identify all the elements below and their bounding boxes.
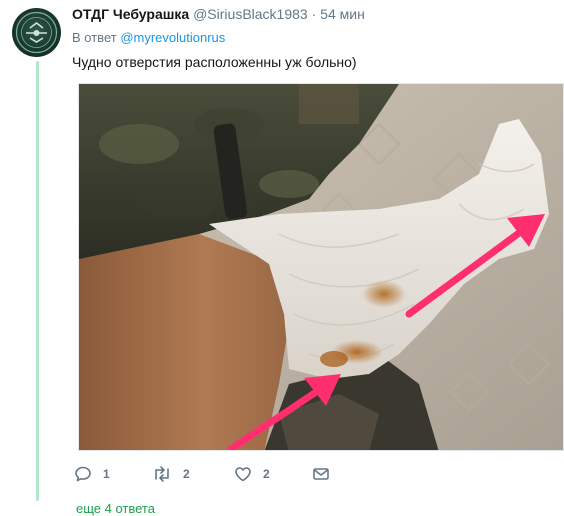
reply-context: В ответ @myrevolutionrus	[72, 30, 225, 45]
direct-message-button[interactable]	[312, 462, 330, 486]
tweet-time[interactable]: 54 мин	[320, 6, 365, 22]
author-handle[interactable]: @SiriusBlack1983	[193, 6, 308, 22]
speech-bubble-icon	[74, 465, 92, 483]
tweet-actions: 1 2 2	[72, 462, 372, 486]
author-name[interactable]: ОТДГ Чебурашка	[72, 6, 189, 22]
thread-line	[36, 61, 39, 501]
tweet-photo[interactable]	[78, 83, 564, 451]
reply-mention-link[interactable]: @myrevolutionrus	[120, 30, 225, 45]
retweet-count: 2	[183, 467, 190, 481]
more-replies-link[interactable]: еще 4 ответа	[76, 501, 155, 516]
like-count: 2	[263, 467, 270, 481]
avatar-emblem-icon	[15, 11, 58, 54]
photo-image	[79, 84, 563, 450]
heart-icon	[234, 465, 252, 483]
reply-button[interactable]: 1	[74, 462, 110, 486]
avatar[interactable]	[12, 8, 61, 57]
retweet-button[interactable]: 2	[152, 462, 190, 486]
tweet-header: ОТДГ Чебурашка @SiriusBlack1983 · 54 мин	[72, 6, 365, 22]
reply-count: 1	[103, 467, 110, 481]
separator: ·	[311, 6, 317, 22]
retweet-icon	[152, 465, 172, 483]
tweet-text: Чудно отверстия расположенны уж больно)	[72, 54, 357, 70]
envelope-icon	[312, 465, 330, 483]
like-button[interactable]: 2	[234, 462, 270, 486]
reply-prefix: В ответ	[72, 30, 117, 45]
